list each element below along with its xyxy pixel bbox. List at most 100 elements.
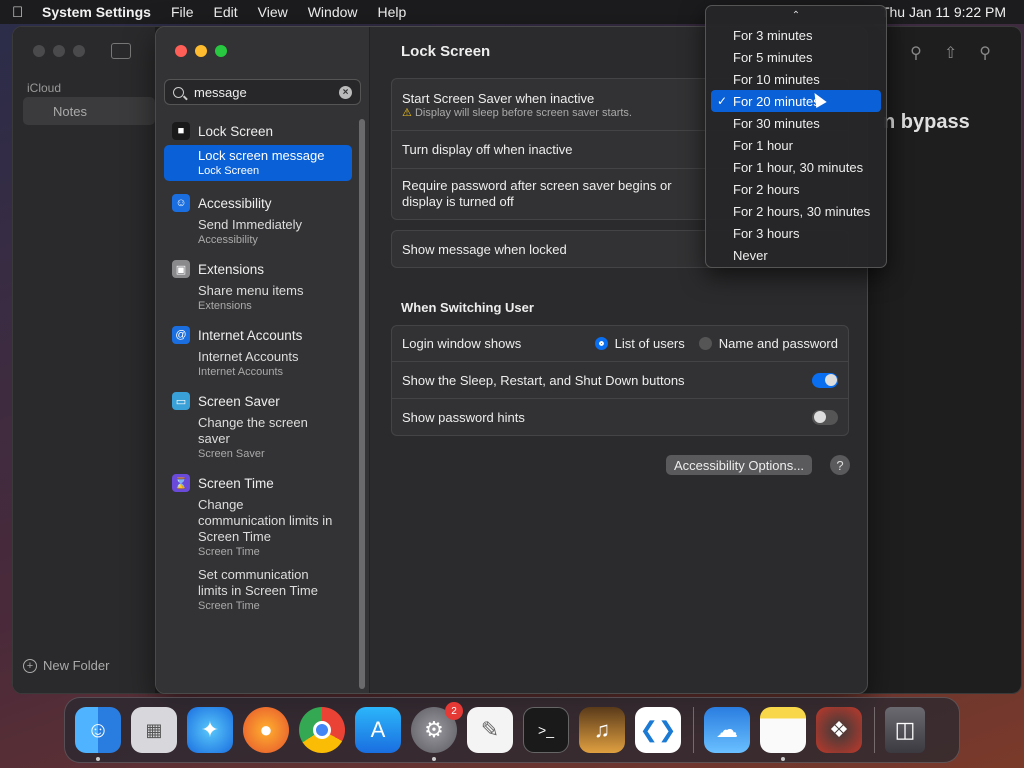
- screen-saver-warning: ⚠ Display will sleep before screen saver…: [402, 106, 632, 119]
- menu-item-3-minutes[interactable]: For 3 minutes: [711, 24, 881, 46]
- note-body-fragment[interactable]: n bypass: [883, 111, 970, 134]
- result-change-communication-limits[interactable]: Change communication limits in Screen Ti…: [164, 497, 334, 559]
- menu-item-30-minutes[interactable]: For 30 minutes: [711, 112, 881, 134]
- result-category-accessibility[interactable]: ☺ Accessibility: [164, 189, 354, 217]
- menu-help[interactable]: Help: [378, 4, 407, 20]
- radio-name-and-password[interactable]: Name and password: [698, 336, 838, 351]
- menu-item-1-hour[interactable]: For 1 hour: [711, 134, 881, 156]
- category-label: Internet Accounts: [198, 327, 303, 343]
- app-store-icon[interactable]: A: [355, 707, 401, 753]
- menu-item-label: For 1 hour, 30 minutes: [733, 159, 864, 175]
- terminal-icon[interactable]: >_: [523, 707, 569, 753]
- firefox-icon[interactable]: ●: [243, 707, 289, 753]
- menu-app-name[interactable]: System Settings: [42, 4, 151, 20]
- textedit-icon[interactable]: ✎: [467, 707, 513, 753]
- settings-search-field[interactable]: message ×: [164, 79, 361, 105]
- lock-icon[interactable]: ⚲: [910, 43, 922, 63]
- result-subtitle: Accessibility: [198, 234, 258, 246]
- lock-icon: ■: [172, 122, 190, 140]
- result-set-communication-limits[interactable]: Set communication limits in Screen Time …: [164, 567, 334, 613]
- result-category-internet-accounts[interactable]: @ Internet Accounts: [164, 321, 354, 349]
- help-button[interactable]: ?: [830, 455, 850, 475]
- toggle-knob: [824, 374, 837, 386]
- dock-separator: [874, 707, 875, 753]
- search-icon[interactable]: ⚲: [979, 43, 991, 63]
- zoom-icon[interactable]: [215, 45, 227, 57]
- weather-icon[interactable]: ☁: [704, 707, 750, 753]
- new-folder-button[interactable]: + New Folder: [23, 658, 109, 673]
- chevron-up-icon[interactable]: ⌃: [706, 10, 886, 24]
- close-icon[interactable]: [175, 45, 187, 57]
- running-indicator: [432, 757, 436, 761]
- login-window-row: Login window shows List of users Name an…: [392, 326, 848, 362]
- menu-item-1-hour-30[interactable]: For 1 hour, 30 minutes: [711, 156, 881, 178]
- menu-item-label: For 3 minutes: [733, 27, 813, 43]
- menu-item-5-minutes[interactable]: For 5 minutes: [711, 46, 881, 68]
- result-lock-screen-message[interactable]: Lock screen message Lock Screen: [164, 145, 352, 181]
- menu-item-10-minutes[interactable]: For 10 minutes: [711, 68, 881, 90]
- result-category-screen-saver[interactable]: ▭ Screen Saver: [164, 387, 354, 415]
- password-hints-toggle[interactable]: [812, 409, 838, 425]
- radio-label: List of users: [614, 336, 685, 351]
- menu-file[interactable]: File: [171, 4, 194, 20]
- switching-user-title: When Switching User: [401, 300, 534, 315]
- menu-edit[interactable]: Edit: [214, 4, 238, 20]
- result-share-menu-items[interactable]: Share menu items Extensions: [164, 283, 354, 313]
- instruments-icon[interactable]: ❖: [816, 707, 862, 753]
- search-input[interactable]: message: [194, 85, 339, 100]
- settings-window-controls: [175, 45, 227, 57]
- menu-item-label: For 2 hours: [733, 181, 800, 197]
- menu-item-2-hours[interactable]: For 2 hours: [711, 178, 881, 200]
- launchpad-icon[interactable]: ▦: [131, 707, 177, 753]
- notes-icon[interactable]: [760, 707, 806, 761]
- menu-item-20-minutes[interactable]: ✓ For 20 minutes: [711, 90, 881, 112]
- result-change-screen-saver[interactable]: Change the screen saver Screen Saver: [164, 415, 314, 461]
- garageband-icon[interactable]: ♫: [579, 707, 625, 753]
- menubar-clock[interactable]: Thu Jan 11 9:22 PM: [881, 4, 1006, 20]
- display-off-label: Turn display off when inactive: [402, 142, 573, 157]
- share-icon[interactable]: ⇧: [944, 43, 957, 63]
- clear-search-icon[interactable]: ×: [339, 85, 352, 99]
- menu-item-2-hours-30[interactable]: For 2 hours, 30 minutes: [711, 200, 881, 222]
- dock: ☺ ▦ ✦ ● A ⚙ 2 ✎ >_ ♫ ❮❯ ☁ ❖ ◫: [64, 697, 960, 763]
- page-title: Lock Screen: [401, 43, 491, 60]
- menu-item-3-hours[interactable]: For 3 hours: [711, 222, 881, 244]
- icloud-section-label: iCloud: [27, 81, 62, 95]
- sidebar-toggle-icon[interactable]: [111, 43, 131, 59]
- result-title: Send Immediately: [198, 217, 303, 232]
- sleep-buttons-row: Show the Sleep, Restart, and Shut Down b…: [392, 362, 848, 399]
- radio-list-of-users[interactable]: List of users: [594, 336, 685, 351]
- result-title: Change the screen saver: [198, 415, 308, 446]
- chrome-icon[interactable]: [299, 707, 345, 753]
- sidebar-scrollbar[interactable]: [359, 119, 365, 689]
- apple-menu-icon[interactable]: : [12, 4, 42, 21]
- password-hints-label: Show password hints: [402, 409, 525, 425]
- radio-unselected-icon: [698, 337, 712, 350]
- sleep-buttons-toggle[interactable]: [812, 372, 838, 388]
- trash-icon[interactable]: ◫: [885, 707, 925, 753]
- result-subtitle: Internet Accounts: [198, 366, 283, 378]
- result-category-lock-screen[interactable]: ■ Lock Screen: [164, 117, 354, 145]
- screen-saver-duration-menu: ⌃ For 3 minutes For 5 minutes For 10 min…: [705, 5, 887, 268]
- menu-item-label: Never: [733, 247, 768, 263]
- result-internet-accounts[interactable]: Internet Accounts Internet Accounts: [164, 349, 354, 379]
- screen-saver-label: Start Screen Saver when inactive: [402, 90, 595, 106]
- menu-window[interactable]: Window: [308, 4, 358, 20]
- accessibility-options-button[interactable]: Accessibility Options...: [666, 455, 813, 475]
- system-settings-icon[interactable]: ⚙ 2: [411, 702, 463, 761]
- result-category-extensions[interactable]: ▣ Extensions: [164, 255, 354, 283]
- radio-selected-icon: [594, 337, 608, 350]
- finder-icon[interactable]: ☺: [75, 707, 121, 761]
- close-icon[interactable]: [33, 45, 45, 57]
- menu-view[interactable]: View: [258, 4, 288, 20]
- category-label: Screen Time: [198, 475, 274, 491]
- result-category-screen-time[interactable]: ⌛ Screen Time: [164, 469, 354, 497]
- menu-item-never[interactable]: Never: [711, 244, 881, 266]
- result-send-immediately[interactable]: Send Immediately Accessibility: [164, 217, 354, 247]
- notes-folder-item[interactable]: Notes: [23, 97, 155, 125]
- minimize-icon[interactable]: [53, 45, 65, 57]
- minimize-icon[interactable]: [195, 45, 207, 57]
- zoom-icon[interactable]: [73, 45, 85, 57]
- safari-icon[interactable]: ✦: [187, 707, 233, 753]
- vscode-icon[interactable]: ❮❯: [635, 707, 681, 753]
